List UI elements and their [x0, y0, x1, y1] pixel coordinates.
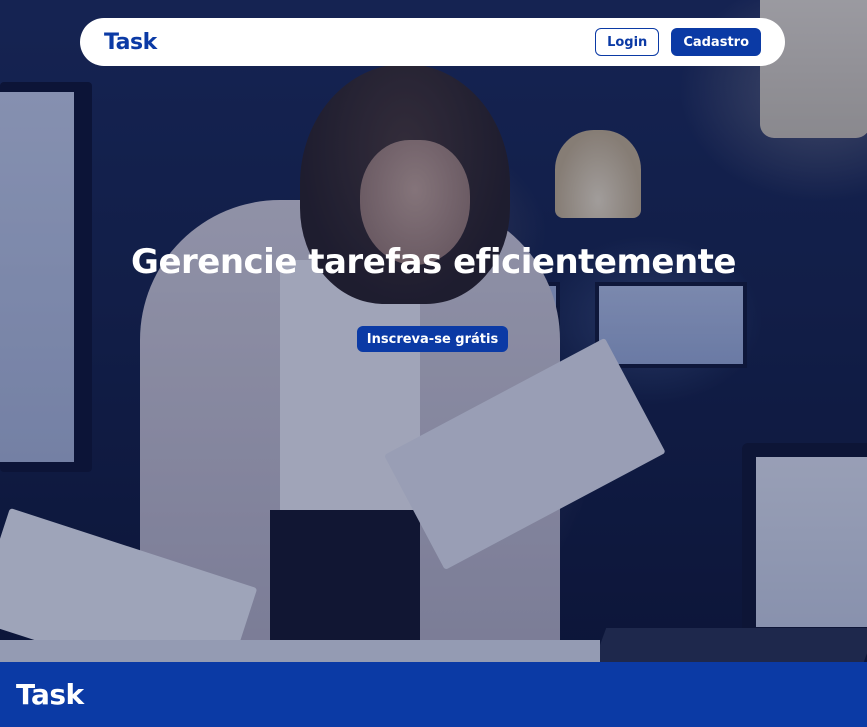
signup-button[interactable]: Cadastro [671, 28, 761, 56]
hero-title: Gerencie tarefas eficientemente [131, 242, 736, 282]
footer-brand: Task [16, 678, 84, 711]
hero-section: Gerencie tarefas eficientemente Inscreva… [0, 0, 867, 662]
brand-logo[interactable]: Task [104, 30, 157, 55]
nav-actions: Login Cadastro [595, 28, 761, 56]
footer: Task [0, 662, 867, 727]
signup-free-button[interactable]: Inscreva-se grátis [357, 326, 508, 352]
top-navbar: Task Login Cadastro [80, 18, 785, 66]
login-button[interactable]: Login [595, 28, 660, 56]
